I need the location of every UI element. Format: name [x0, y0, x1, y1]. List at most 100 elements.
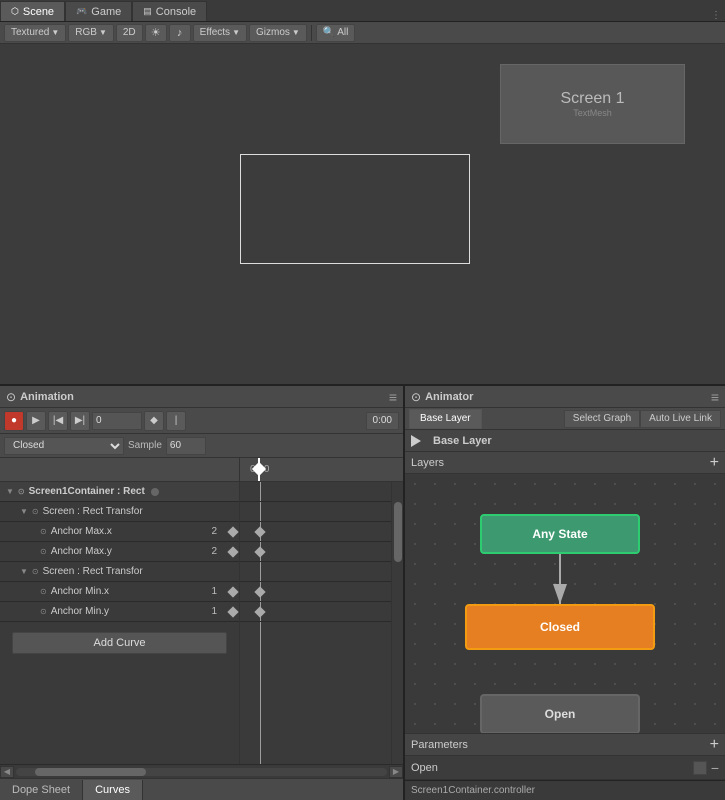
scroll-track: [16, 768, 387, 776]
key-row: [240, 582, 391, 602]
sample-input[interactable]: [166, 437, 206, 455]
add-curve-button[interactable]: Add Curve: [12, 632, 227, 654]
scroll-right-button[interactable]: ▶: [389, 766, 403, 778]
base-layer-tab[interactable]: Base Layer: [409, 409, 482, 429]
effects-label: Effects: [200, 27, 230, 38]
textured-dropdown[interactable]: Textured ▼: [4, 24, 66, 42]
timeline-tracks: ▼ ⊙ Screen1Container : Rect ▼ ⊙ Screen :…: [0, 482, 403, 764]
expand-icon[interactable]: ▼: [20, 567, 28, 576]
key-row: [240, 602, 391, 622]
track-value: 2: [211, 546, 217, 557]
param-remove-button[interactable]: −: [711, 760, 719, 776]
animation-menu-button[interactable]: ≡: [389, 389, 397, 405]
track-name: Anchor Min.y: [51, 606, 109, 617]
parameter-row: Open −: [405, 756, 725, 780]
animator-menu-button[interactable]: ≡: [711, 389, 719, 405]
key-row: [240, 482, 391, 502]
effects-dropdown[interactable]: Effects ▼: [193, 24, 247, 42]
sun-icon[interactable]: ☀: [145, 24, 167, 42]
record-button[interactable]: ●: [4, 411, 24, 431]
2d-button[interactable]: 2D: [116, 24, 143, 42]
dope-sheet-label: Dope Sheet: [12, 784, 70, 796]
param-name: Open: [411, 762, 689, 774]
scroll-left-button[interactable]: ◀: [0, 766, 14, 778]
track-value: 1: [211, 606, 217, 617]
scroll-thumb[interactable]: [35, 768, 146, 776]
closed-state-label: Closed: [540, 620, 580, 634]
screen1-node[interactable]: Screen 1 TextMesh: [500, 64, 685, 144]
textured-arrow-icon: ▼: [51, 28, 59, 37]
animator-panel: ⊙ Animator ≡ Base Layer Select Graph Aut…: [405, 386, 725, 800]
parameters-label: Parameters: [411, 739, 468, 751]
frame-input[interactable]: [92, 412, 142, 430]
animation-panel-header: ⊙ Animation ≡: [0, 386, 403, 408]
track-name: Anchor Max.x: [51, 526, 112, 537]
scroll-thumb[interactable]: [394, 502, 402, 562]
clip-dropdown[interactable]: Closed: [4, 437, 124, 455]
search-bar[interactable]: 🔍 All: [316, 24, 356, 42]
play-icon: ▶: [32, 415, 40, 426]
track-property-icon: ⊙: [40, 547, 47, 556]
track-row: ⊙ Anchor Max.y 2: [0, 542, 239, 562]
track-name: Anchor Max.y: [51, 546, 112, 557]
play-button[interactable]: ▶: [26, 411, 46, 431]
tab-dope-sheet[interactable]: Dope Sheet: [0, 780, 83, 800]
animation-panel-title: Animation: [20, 391, 74, 403]
any-state-node[interactable]: Any State: [480, 514, 640, 554]
rgb-arrow-icon: ▼: [99, 28, 107, 37]
track-group-icon: ⊙: [32, 567, 39, 576]
open-state-node[interactable]: Open: [480, 694, 640, 733]
keyframe-marker: [227, 526, 238, 537]
select-graph-button[interactable]: Select Graph: [564, 410, 640, 428]
add-curve-label: Add Curve: [94, 637, 146, 649]
expand-icon[interactable]: ▼: [20, 507, 28, 516]
screen1-subtitle: TextMesh: [573, 108, 612, 118]
track-value: 2: [211, 526, 217, 537]
keyframe-diamond: [254, 526, 265, 537]
animator-state-header: Base Layer: [405, 430, 725, 452]
track-property-icon: ⊙: [40, 607, 47, 616]
time-display: 0:00: [366, 412, 399, 430]
record-icon: ●: [11, 415, 17, 426]
track-name: Screen : Rect Transfor: [43, 566, 143, 577]
gizmos-dropdown[interactable]: Gizmos ▼: [249, 24, 307, 42]
screen1-title: Screen 1: [560, 90, 624, 108]
tab-curves[interactable]: Curves: [83, 780, 143, 800]
vertical-scrollbar[interactable]: [391, 482, 403, 764]
tab-scene[interactable]: ⬡ Scene: [0, 1, 65, 21]
horizontal-scrollbar[interactable]: ◀ ▶: [0, 764, 403, 778]
add-keyframe-button[interactable]: ◆: [144, 411, 164, 431]
audio-icon[interactable]: ♪: [169, 24, 191, 42]
closed-state-node[interactable]: Closed: [465, 604, 655, 650]
add-layer-button[interactable]: +: [710, 454, 719, 472]
tab-game[interactable]: 🎮 Game: [65, 1, 132, 21]
scene-icon: ⬡: [11, 6, 19, 17]
playhead-line: [258, 458, 260, 481]
anim-header-icon: ⊙: [6, 390, 16, 404]
add-parameter-button[interactable]: +: [710, 736, 719, 754]
animator-graph[interactable]: Any State Closed Open: [405, 474, 725, 733]
clip-selector-row: Closed Sample: [0, 434, 403, 458]
auto-live-link-button[interactable]: Auto Live Link: [640, 410, 721, 428]
key-row: [240, 562, 391, 582]
tab-console[interactable]: ▤ Console: [132, 1, 207, 21]
track-property-icon: ⊙: [40, 587, 47, 596]
keyframes-area: [240, 482, 391, 764]
console-icon: ▤: [143, 6, 152, 17]
gizmos-arrow-icon: ▼: [292, 28, 300, 37]
next-frame-icon: ▶|: [75, 415, 85, 426]
add-event-button[interactable]: |: [166, 411, 186, 431]
param-checkbox[interactable]: [693, 761, 707, 775]
animation-panel: ⊙ Animation ≡ ● ▶ |◀ ▶| ◆ |: [0, 386, 405, 800]
base-layer-label: Base Layer: [420, 413, 471, 424]
track-property-icon: ⊙: [40, 527, 47, 536]
gizmos-label: Gizmos: [256, 27, 290, 38]
toolbar-separator: [311, 25, 312, 41]
controller-file-label: Screen1Container.controller: [411, 785, 535, 796]
add-key-icon: ◆: [150, 415, 158, 426]
expand-icon[interactable]: ▼: [6, 487, 14, 496]
window-options[interactable]: ⋮: [707, 10, 725, 21]
rgb-dropdown[interactable]: RGB ▼: [68, 24, 114, 42]
prev-frame-button[interactable]: |◀: [48, 411, 68, 431]
next-frame-button[interactable]: ▶|: [70, 411, 90, 431]
